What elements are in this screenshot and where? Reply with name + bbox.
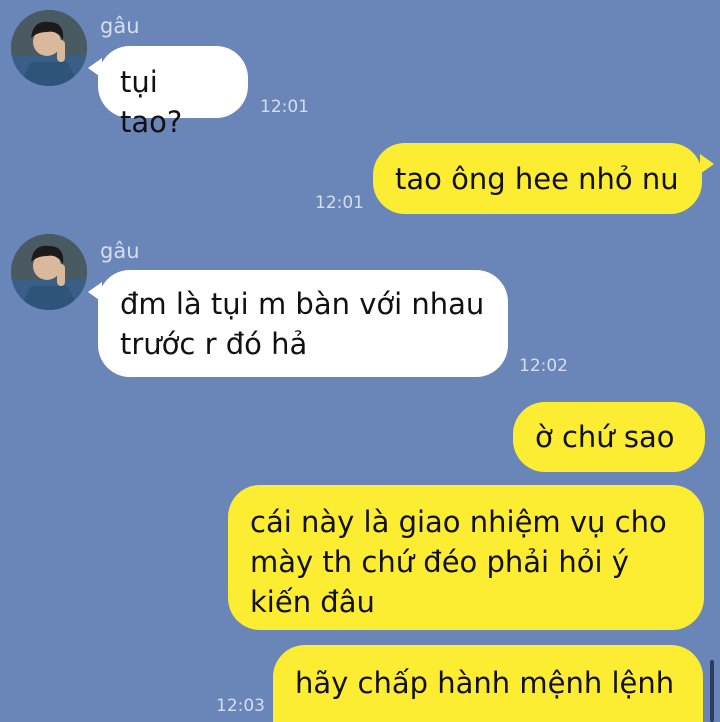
message-timestamp: 12:03 xyxy=(216,696,265,716)
message-bubble-incoming[interactable]: tụi tao? xyxy=(98,46,248,139)
message-timestamp: 12:01 xyxy=(315,193,364,213)
message-bubble-outgoing[interactable]: cái này là giao nhiệm vụ cho mày th chứ … xyxy=(228,485,704,630)
sender-name: gâu xyxy=(100,239,140,263)
message-timestamp: 12:01 xyxy=(260,97,309,117)
user-avatar-icon xyxy=(11,10,87,86)
message-bubble-outgoing[interactable]: tao ông hee nhỏ nu xyxy=(373,143,702,214)
user-avatar-icon xyxy=(11,234,87,310)
sender-avatar[interactable] xyxy=(11,10,87,86)
message-bubble-incoming[interactable]: đm là tụi m bàn với nhau trước r đó hả xyxy=(98,270,508,377)
sender-name: gâu xyxy=(100,14,140,38)
scrollbar[interactable] xyxy=(710,660,714,722)
message-bubble-outgoing[interactable]: ờ chứ sao xyxy=(513,402,705,472)
bubble-tail xyxy=(700,154,714,174)
sender-avatar[interactable] xyxy=(11,234,87,310)
message-timestamp: 12:02 xyxy=(519,356,568,376)
chat-thread[interactable]: gâu tụi tao? 12:01 12:01 tao ông hee nhỏ… xyxy=(0,0,720,722)
message-bubble-outgoing[interactable]: hãy chấp hành mệnh lệnh xyxy=(273,645,703,722)
